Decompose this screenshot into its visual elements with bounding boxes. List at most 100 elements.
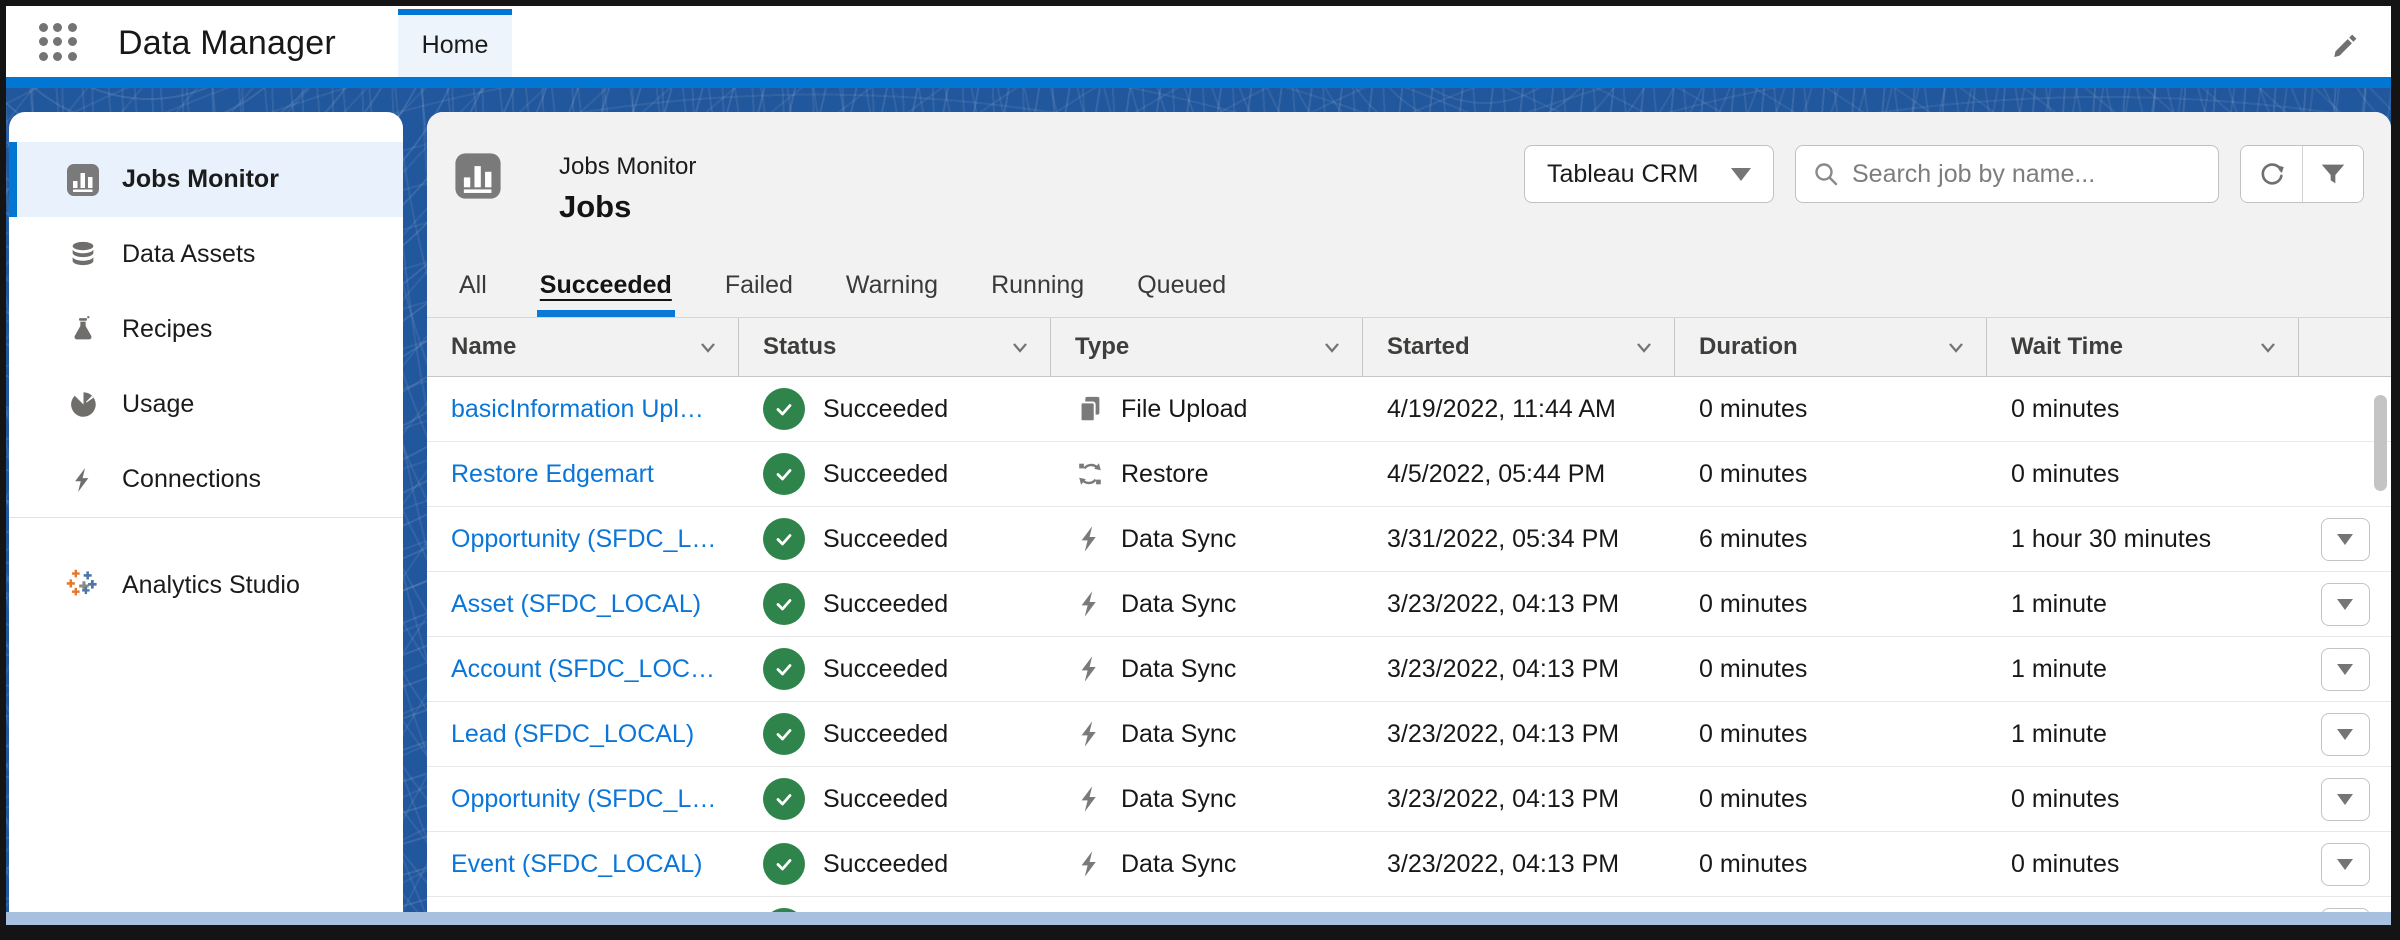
jobs-object-icon: [454, 152, 502, 200]
duration-value: 0 minutes: [1675, 395, 1987, 424]
row-action-button[interactable]: [2321, 518, 2370, 561]
chevron-down-icon[interactable]: [1632, 335, 1656, 359]
sidebar-item-data-assets[interactable]: Data Assets: [9, 217, 403, 292]
row-action-button[interactable]: [2321, 713, 2370, 756]
duration-value: 0 minutes: [1675, 655, 1987, 684]
status-label: Succeeded: [823, 525, 948, 554]
duration-value: 0 minutes: [1675, 720, 1987, 749]
tab-failed[interactable]: Failed: [722, 253, 796, 317]
table-tools: [2240, 145, 2364, 203]
sidebar-item-label: Usage: [122, 390, 194, 419]
tab-warning[interactable]: Warning: [843, 253, 941, 317]
window-bottom-edge: [6, 912, 2391, 925]
column-header-started[interactable]: Started: [1363, 318, 1675, 376]
sidebar-item-connections[interactable]: Connections: [9, 442, 403, 517]
tab-home[interactable]: Home: [398, 9, 512, 77]
job-name-link[interactable]: Account (SFDC_LOC…: [451, 655, 715, 683]
analytics-studio-icon: [66, 569, 100, 603]
table-row-partial: [427, 897, 2391, 912]
refresh-icon: [2257, 159, 2287, 189]
chevron-down-icon[interactable]: [1008, 335, 1032, 359]
job-name-link[interactable]: Lead (SFDC_LOCAL): [451, 720, 694, 748]
app-selector-dropdown[interactable]: Tableau CRM: [1524, 145, 1774, 203]
sidebar-item-usage[interactable]: Usage: [9, 367, 403, 442]
job-name-link[interactable]: Asset (SFDC_LOCAL): [451, 590, 701, 618]
row-action-button[interactable]: [2321, 778, 2370, 821]
check-circle-icon: [763, 843, 805, 885]
app-selector-value: Tableau CRM: [1547, 160, 1731, 189]
started-value: 3/23/2022, 04:13 PM: [1363, 785, 1675, 814]
check-circle-icon: [763, 518, 805, 560]
data-sync-lightning-icon: [1075, 849, 1105, 879]
data-sync-lightning-icon: [1075, 784, 1105, 814]
type-label: Data Sync: [1121, 525, 1236, 554]
job-name-link[interactable]: Opportunity (SFDC_L…: [451, 785, 716, 813]
status-tabs: All Succeeded Failed Warning Running Que…: [456, 253, 1229, 317]
search-icon: [1812, 160, 1840, 188]
status-label: Succeeded: [823, 590, 948, 619]
search-input[interactable]: [1852, 160, 2202, 189]
triangle-down-icon: [2337, 664, 2353, 675]
table-body: basicInformation Upl… Succeeded File Upl…: [427, 377, 2391, 897]
column-header-duration[interactable]: Duration: [1675, 318, 1987, 376]
tab-succeeded[interactable]: Succeeded: [537, 253, 675, 317]
column-header-name[interactable]: Name: [427, 318, 739, 376]
started-value: 3/23/2022, 04:13 PM: [1363, 850, 1675, 879]
sidebar-item-label: Recipes: [122, 315, 212, 344]
duration-value: 6 minutes: [1675, 525, 1987, 554]
job-name-link[interactable]: Event (SFDC_LOCAL): [451, 850, 702, 878]
tab-running[interactable]: Running: [988, 253, 1087, 317]
job-name-link[interactable]: Opportunity (SFDC_L…: [451, 525, 716, 553]
wait-time-value: 1 minute: [1987, 655, 2299, 684]
wait-time-value: 0 minutes: [1987, 850, 2299, 879]
chevron-down-icon[interactable]: [1320, 335, 1344, 359]
vertical-scrollbar-thumb[interactable]: [2374, 395, 2387, 491]
tab-queued[interactable]: Queued: [1134, 253, 1229, 317]
wait-time-value: 0 minutes: [1987, 785, 2299, 814]
column-header-wait-time[interactable]: Wait Time: [1987, 318, 2299, 376]
flask-icon: [66, 313, 100, 347]
chevron-down-icon[interactable]: [696, 335, 720, 359]
check-circle-icon: [763, 778, 805, 820]
duration-value: 0 minutes: [1675, 590, 1987, 619]
column-header-type[interactable]: Type: [1051, 318, 1363, 376]
edit-pencil-icon[interactable]: [2329, 30, 2361, 62]
tab-home-label: Home: [422, 31, 489, 59]
table-row: Opportunity (SFDC_L… Succeeded Data Sync…: [427, 507, 2391, 572]
refresh-button[interactable]: [2241, 146, 2302, 202]
sidebar-item-label: Jobs Monitor: [122, 165, 279, 194]
sidebar-item-analytics-studio[interactable]: Analytics Studio: [9, 548, 403, 623]
sidebar-item-jobs-monitor[interactable]: Jobs Monitor: [9, 142, 403, 217]
row-action-button[interactable]: [2321, 843, 2370, 886]
row-action-button[interactable]: [2321, 648, 2370, 691]
chevron-down-icon: [1731, 168, 1751, 181]
started-value: 4/19/2022, 11:44 AM: [1363, 395, 1675, 424]
filter-button[interactable]: [2302, 146, 2363, 202]
type-label: File Upload: [1121, 395, 1247, 424]
breadcrumb: Jobs Monitor: [559, 153, 696, 181]
column-header-status[interactable]: Status: [739, 318, 1051, 376]
data-sync-lightning-icon: [1075, 524, 1105, 554]
database-icon: [66, 238, 100, 272]
sidebar-divider: [9, 517, 403, 518]
duration-value: 0 minutes: [1675, 460, 1987, 489]
sidebar-item-recipes[interactable]: Recipes: [9, 292, 403, 367]
status-label: Succeeded: [823, 655, 948, 684]
chevron-down-icon[interactable]: [1944, 335, 1968, 359]
started-value: 3/31/2022, 05:34 PM: [1363, 525, 1675, 554]
wait-time-value: 1 hour 30 minutes: [1987, 525, 2299, 554]
row-action-button[interactable]: [2321, 583, 2370, 626]
job-name-link[interactable]: basicInformation Upl…: [451, 395, 704, 423]
search-container: [1795, 145, 2219, 203]
job-name-link[interactable]: Restore Edgemart: [451, 460, 654, 488]
tab-all[interactable]: All: [456, 253, 490, 317]
triangle-down-icon: [2337, 534, 2353, 545]
check-circle-icon: [763, 648, 805, 690]
table-row: Lead (SFDC_LOCAL) Succeeded Data Sync 3/…: [427, 702, 2391, 767]
app-launcher-icon[interactable]: [36, 20, 80, 64]
started-value: 3/23/2022, 04:13 PM: [1363, 590, 1675, 619]
triangle-down-icon: [2337, 599, 2353, 610]
status-label: Succeeded: [823, 720, 948, 749]
chevron-down-icon[interactable]: [2256, 335, 2280, 359]
file-upload-icon: [1075, 394, 1105, 424]
